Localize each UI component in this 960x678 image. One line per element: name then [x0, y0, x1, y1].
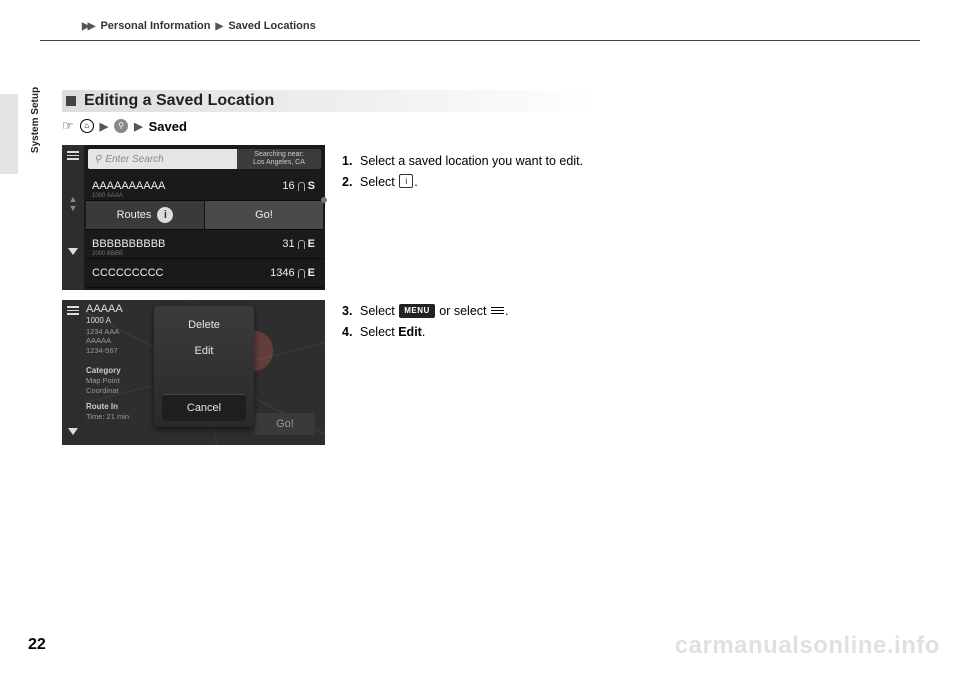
- chevron-double-icon: ▶▶: [82, 21, 93, 32]
- divider: [40, 40, 920, 41]
- scroll-indicator-icon: [321, 197, 327, 203]
- search-circle-icon: ⚲: [114, 119, 128, 133]
- search-input[interactable]: ⚲ Enter Search: [88, 149, 237, 169]
- section-heading: Editing a Saved Location: [62, 90, 598, 112]
- search-icon: ⚲: [94, 154, 101, 165]
- watermark: carmanualsonline.info: [675, 632, 940, 660]
- context-menu: Delete Edit Cancel: [154, 306, 254, 427]
- step-number: 1.: [342, 152, 360, 171]
- path-saved-label: Saved: [149, 119, 187, 134]
- go-button[interactable]: Go!: [255, 413, 315, 435]
- signal-icon: [298, 182, 305, 191]
- breadcrumb: ▶▶ Personal Information ▶ Saved Location…: [82, 20, 316, 32]
- routes-button[interactable]: Routes i: [86, 201, 204, 229]
- breadcrumb-a: Personal Information: [100, 20, 210, 32]
- section-title: Editing a Saved Location: [84, 92, 274, 110]
- list-item[interactable]: AAAAAAAAAA 1000 AAAA 16S: [86, 172, 323, 201]
- hamburger-icon: [491, 305, 504, 316]
- menu-item-delete[interactable]: Delete: [154, 312, 254, 338]
- instruction-block-2: 3. Select MENU or select . 4. Select Edi…: [342, 302, 602, 344]
- scroll-down-icon[interactable]: [68, 248, 78, 255]
- screenshot-left-bar: [62, 300, 84, 445]
- search-placeholder: Enter Search: [105, 154, 163, 165]
- chevron-right-icon: ▶: [134, 120, 142, 133]
- section-side-label: System Setup: [30, 87, 41, 153]
- signal-icon: [298, 240, 305, 249]
- chevron-right-icon: ▶: [100, 120, 108, 133]
- go-button[interactable]: Go!: [205, 201, 323, 229]
- info-square-icon: i: [399, 174, 413, 188]
- edit-label: Edit: [398, 325, 422, 339]
- step-text: Select a saved location you want to edit…: [360, 152, 592, 171]
- screenshot-edit-popup: AAAAA 1000 A 1234 AAA AAAAA 1234-567 Cat…: [62, 300, 325, 445]
- menu-item-cancel[interactable]: Cancel: [162, 394, 246, 421]
- nav-path: ☞ ⌂ ▶ ⚲ ▶ Saved: [62, 118, 187, 134]
- screenshot-left-bar: ▲▼: [62, 145, 84, 290]
- hamburger-icon[interactable]: [67, 151, 79, 160]
- step-text: Select MENU or select .: [360, 302, 602, 321]
- step-number: 2.: [342, 173, 360, 192]
- up-down-icon: ▲▼: [69, 195, 78, 213]
- square-bullet-icon: [66, 96, 76, 106]
- step-number: 3.: [342, 302, 360, 321]
- scroll-down-icon[interactable]: [68, 428, 78, 435]
- list-item[interactable]: BBBBBBBBBB 2000 BBBB 31E: [86, 230, 323, 259]
- menu-item-edit[interactable]: Edit: [154, 338, 254, 364]
- hamburger-icon[interactable]: [67, 306, 79, 315]
- signal-icon: [298, 269, 305, 278]
- side-tab: [0, 94, 18, 174]
- detail-panel: AAAAA 1000 A 1234 AAA AAAAA 1234-567 Cat…: [86, 302, 150, 443]
- instruction-block-1: 1. Select a saved location you want to e…: [342, 152, 592, 194]
- chevron-right-icon: ▶: [216, 21, 224, 32]
- search-near[interactable]: Searching near: Los Angeles, CA: [237, 149, 321, 169]
- menu-button-icon: MENU: [399, 304, 435, 318]
- step-number: 4.: [342, 323, 360, 342]
- list-item[interactable]: CCCCCCCCC 1346E: [86, 259, 323, 288]
- home-circle-icon: ⌂: [80, 119, 94, 133]
- breadcrumb-b: Saved Locations: [228, 20, 315, 32]
- step-text: Select i.: [360, 173, 592, 192]
- screenshot-saved-list: ▲▼ ⚲ Enter Search Searching near: Los An…: [62, 145, 325, 290]
- page-number: 22: [28, 636, 46, 654]
- info-circle-icon[interactable]: i: [157, 207, 173, 223]
- step-text: Select Edit.: [360, 323, 602, 342]
- finger-icon: ☞: [62, 118, 74, 134]
